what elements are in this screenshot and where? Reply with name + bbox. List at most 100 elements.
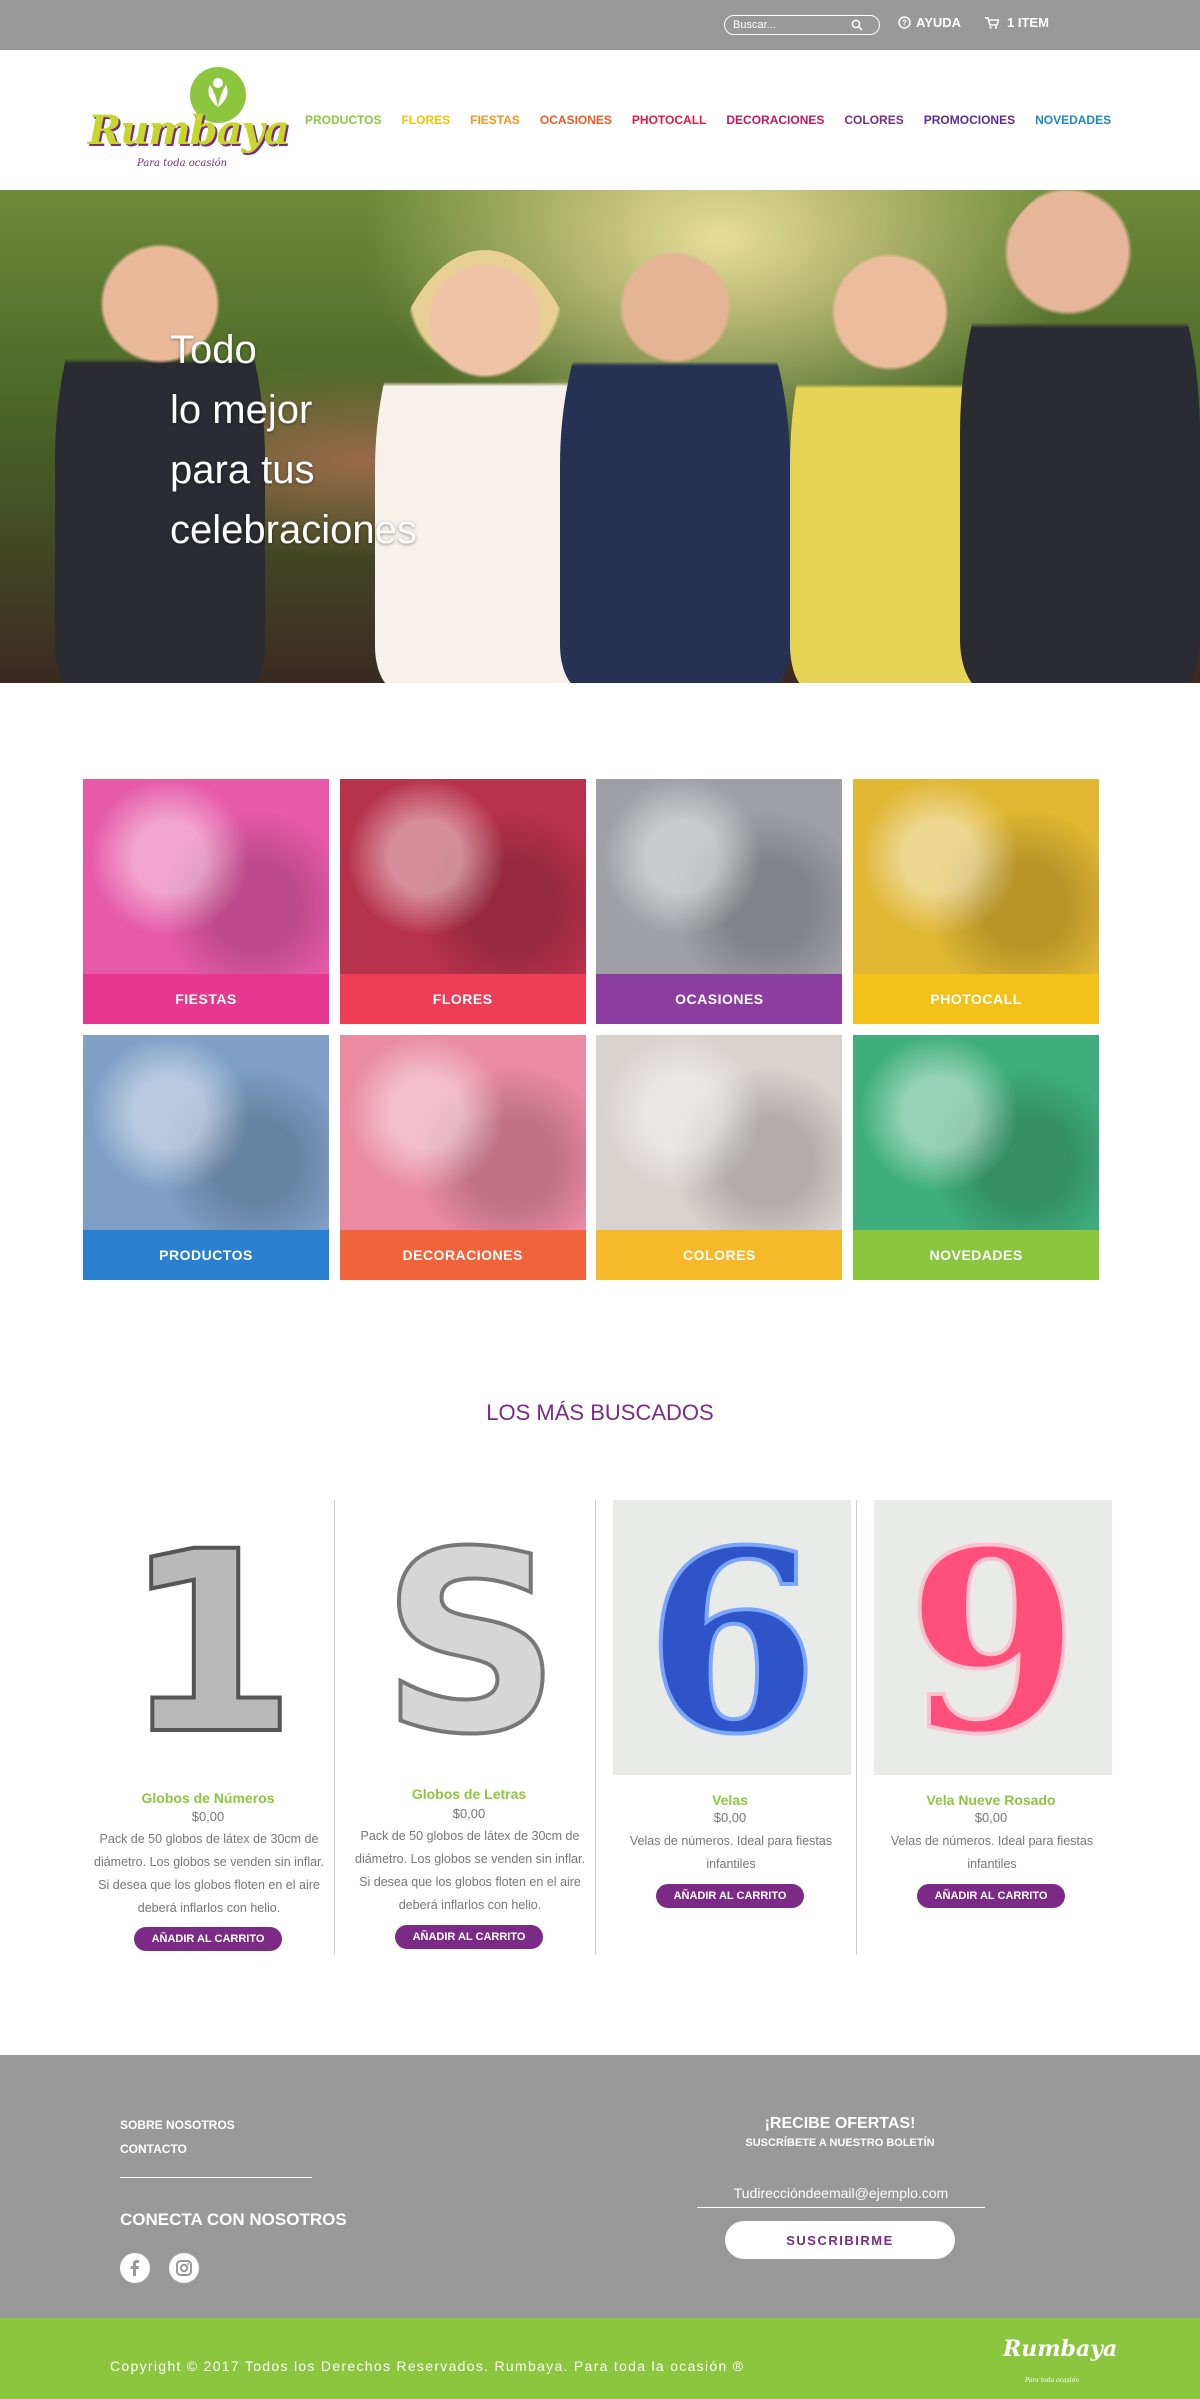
logo-wordmark: Rumbaya (88, 107, 290, 154)
nav-item-photocall[interactable]: PHOTOCALL (632, 113, 706, 127)
add-to-cart-button[interactable]: AÑADIR AL CARRITO (395, 1925, 543, 1949)
site-logo[interactable]: Rumbaya Para toda ocasión (82, 65, 290, 175)
top-utility-bar: ? AYUDA 1 ITEM (0, 0, 1200, 50)
category-tile-productos[interactable]: PRODUCTOS (83, 1035, 329, 1280)
product-name[interactable]: Globos de Letras (344, 1786, 594, 1802)
hero-line: lo mejor (170, 388, 313, 432)
hero-photo-guest-right (960, 190, 1200, 683)
product-divider (856, 1500, 857, 1955)
nav-item-novedades[interactable]: NOVEDADES (1035, 113, 1111, 127)
product-image[interactable]: S (352, 1496, 590, 1791)
offers-title: ¡RECIBE OFERTAS! (764, 2115, 916, 2132)
hero-banner: Todo lo mejor para tus celebraciones (0, 190, 1200, 683)
product-description: Pack de 50 globos de látex de 30cm de di… (94, 1832, 324, 1915)
category-label: COLORES (596, 1230, 843, 1280)
category-tile-fiestas[interactable]: FIESTAS (83, 779, 329, 1024)
category-image (596, 779, 843, 974)
nav-item-decoraciones[interactable]: DECORACIONES (726, 113, 824, 127)
hero-line: Todo (170, 328, 257, 372)
nav-item-colores[interactable]: COLORES (844, 113, 903, 127)
hero-photo-groom (560, 240, 790, 683)
category-image (339, 1035, 586, 1230)
product-price: $0,00 (974, 1810, 1008, 1825)
logo-tagline: Para toda ocasión (137, 158, 228, 169)
featured-title: LOS MÁS BUSCADOS (486, 1400, 714, 1425)
category-image (596, 1035, 843, 1230)
search-input[interactable] (733, 19, 851, 31)
category-label: PRODUCTOS (83, 1230, 329, 1280)
product-description: Pack de 50 globos de látex de 30cm de di… (355, 1829, 585, 1912)
product-card[interactable]: 9 Vela Nueve Rosado $0,00 Velas de números.… (866, 1493, 1116, 1955)
category-tile-flores[interactable]: FLORES (339, 779, 586, 1024)
category-tile-ocasiones[interactable]: OCASIONES (596, 779, 843, 1024)
offers-subtitle: SUSCRÍBETE A NUESTRO BOLETÍN (745, 2137, 935, 2149)
search-icon[interactable] (851, 19, 863, 31)
category-tile-colores[interactable]: COLORES (596, 1035, 843, 1280)
hero-headline: Todo lo mejor para tus celebraciones (170, 320, 470, 560)
category-image (853, 1035, 1100, 1230)
product-price: $0,00 (452, 1806, 486, 1821)
category-image (83, 779, 329, 974)
subscribe-button[interactable]: SUSCRIBIRME (725, 2221, 955, 2259)
category-tile-decoraciones[interactable]: DECORACIONES (339, 1035, 586, 1280)
nav-item-ocasiones[interactable]: OCASIONES (540, 113, 612, 127)
main-nav: PRODUCTOS FLORES FIESTAS OCASIONES PHOTOCALL… (305, 113, 1131, 127)
product-image[interactable]: 1 (91, 1496, 329, 1791)
category-image (853, 779, 1100, 974)
footer-divider (120, 2177, 312, 2178)
facebook-icon[interactable] (120, 2253, 150, 2283)
product-divider (334, 1500, 335, 1955)
add-to-cart-button[interactable]: AÑADIR AL CARRITO (134, 1927, 282, 1951)
product-image[interactable]: 6 (613, 1493, 851, 1791)
add-to-cart-button[interactable]: AÑADIR AL CARRITO (917, 1884, 1065, 1908)
add-to-cart-button[interactable]: AÑADIR AL CARRITO (656, 1884, 804, 1908)
footer-connect-heading: CONECTA CON NOSOTROS (120, 2210, 347, 2229)
newsletter-email-field[interactable] (697, 2178, 985, 2208)
category-image (83, 1035, 329, 1230)
nav-item-promociones[interactable]: PROMOCIONES (924, 113, 1015, 127)
search-box[interactable] (724, 15, 880, 35)
category-image (339, 779, 586, 974)
copyright-text: Copyright © 2017 Todos los Derechos Rese… (110, 2358, 745, 2374)
product-divider (595, 1500, 596, 1955)
product-card[interactable]: S Globos de Letras $0,00 Pack de 50 globos … (344, 1496, 594, 1955)
hero-line: para tus (170, 448, 315, 492)
help-icon: ? (898, 16, 911, 29)
cart-label: 1 ITEM (1007, 15, 1049, 30)
cart-icon (985, 16, 999, 29)
category-label: OCASIONES (596, 974, 843, 1024)
footer-logo[interactable]: Rumbaya (1003, 2336, 1117, 2362)
category-label: NOVEDADES (853, 1230, 1100, 1280)
product-description: Velas de números. Ideal para fiestas inf… (629, 1834, 833, 1871)
category-label: FIESTAS (83, 974, 329, 1024)
product-card[interactable]: 1 Globos de Números $0,00 Pack de 50 globos… (83, 1496, 333, 1955)
hero-line: celebraciones (170, 508, 417, 552)
svg-text:?: ? (902, 19, 907, 28)
product-price: $0,00 (713, 1810, 747, 1825)
category-label: PHOTOCALL (853, 974, 1100, 1024)
product-glyph: 9 (906, 1500, 1080, 1775)
help-link[interactable]: ? AYUDA (898, 15, 961, 30)
product-name[interactable]: Vela Nueve Rosado (866, 1792, 1116, 1808)
product-card[interactable]: 6 Velas $0,00 Velas de números. Ideal para … (605, 1493, 855, 1955)
nav-item-fiestas[interactable]: FIESTAS (470, 113, 520, 127)
product-glyph: 1 (123, 1500, 297, 1775)
footer-link-contact[interactable]: CONTACTO (120, 2142, 187, 2156)
product-glyph: 6 (645, 1500, 819, 1775)
product-name[interactable]: Velas (605, 1792, 855, 1808)
product-price: $0,00 (191, 1809, 225, 1824)
product-glyph: S (381, 1500, 561, 1775)
cart-link[interactable]: 1 ITEM (985, 15, 1049, 30)
instagram-icon[interactable] (169, 2253, 199, 2283)
product-name[interactable]: Globos de Números (83, 1790, 333, 1806)
category-tile-novedades[interactable]: NOVEDADES (853, 1035, 1100, 1280)
nav-item-productos[interactable]: PRODUCTOS (305, 113, 381, 127)
footer-logo-tagline: Para toda ocasión (1025, 2377, 1080, 2384)
product-description: Velas de números. Ideal para fiestas inf… (890, 1834, 1094, 1871)
help-label: AYUDA (916, 15, 962, 30)
product-image[interactable]: 9 (874, 1493, 1112, 1791)
category-label: DECORACIONES (339, 1230, 586, 1280)
footer-link-about[interactable]: SOBRE NOSOTROS (120, 2118, 235, 2132)
nav-item-flores[interactable]: FLORES (401, 113, 450, 127)
category-tile-photocall[interactable]: PHOTOCALL (853, 779, 1100, 1024)
